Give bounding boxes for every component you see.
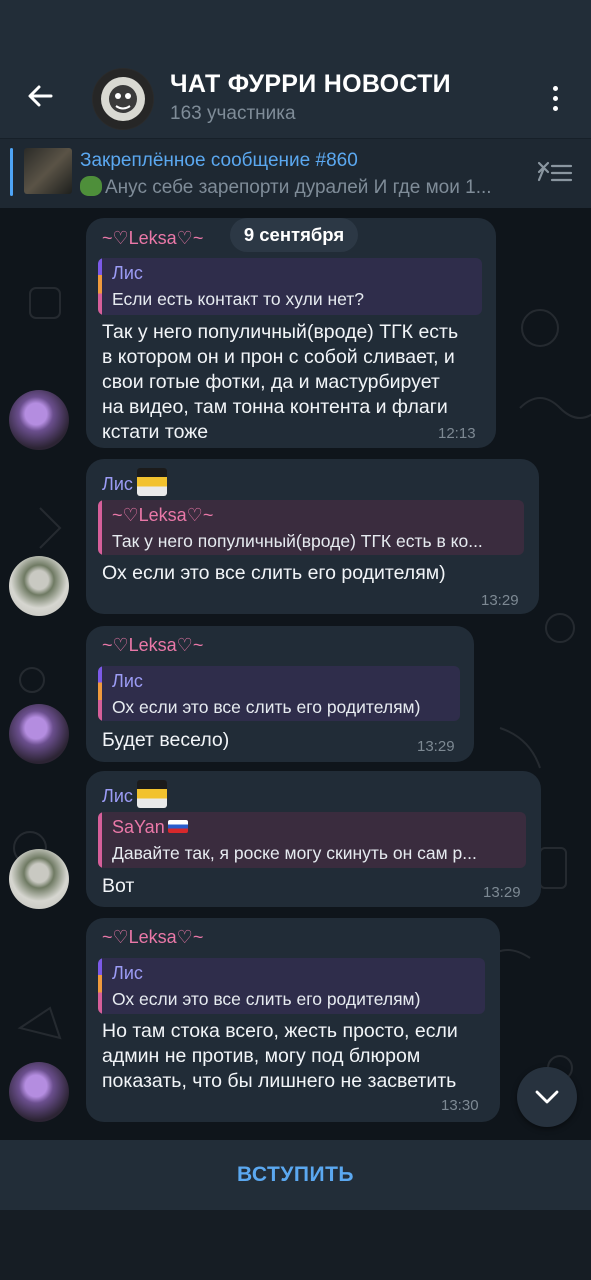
pinned-title: Закреплённое сообщение #860 (80, 150, 358, 171)
pinned-thumbnail (24, 148, 72, 194)
reply-preview[interactable]: Лис Ох если это все слить его родителям) (98, 958, 485, 1014)
message-time: 12:13 (438, 425, 476, 442)
scroll-down-button[interactable] (517, 1067, 577, 1127)
sender-name[interactable]: ~♡Leksa♡~ (102, 927, 203, 948)
more-menu-button[interactable] (540, 80, 570, 116)
chat-header: ЧАТ ФУРРИ НОВОСТИ 163 участника (0, 0, 591, 138)
member-count: 163 участника (170, 103, 296, 124)
reply-sender: Лис (112, 263, 143, 283)
back-arrow-icon (28, 85, 53, 107)
ru-flag-icon (167, 820, 188, 833)
sender-name[interactable]: Лис (102, 780, 167, 808)
chat-title[interactable]: ЧАТ ФУРРИ НОВОСТИ (170, 70, 451, 99)
avatar[interactable] (9, 556, 69, 616)
message-text: Вот (102, 875, 135, 897)
back-button[interactable] (22, 78, 58, 114)
chevron-down-icon (535, 1090, 559, 1104)
flag-emoji-icon (136, 468, 167, 496)
sender-name[interactable]: Лис (102, 468, 167, 496)
pinned-list-button[interactable] (536, 158, 574, 188)
message-text: Будет весело) (102, 729, 230, 751)
reply-sender: Лис (112, 671, 143, 691)
message-text: Ох если это все слить его родителям) (102, 562, 446, 584)
frog-emoji-icon (80, 176, 102, 196)
reply-sender: ~♡Leksa♡~ (112, 505, 214, 525)
message-time: 13:29 (483, 884, 521, 901)
join-bar: ВСТУПИТЬ (0, 1140, 591, 1210)
reply-text: Так у него популичный(вроде) ТГК есть в … (112, 531, 483, 551)
reply-preview[interactable]: SaYan Давайте так, я роске могу скинуть … (98, 812, 526, 868)
reply-text: Если есть контакт то хули нет? (112, 289, 365, 309)
join-button[interactable]: ВСТУПИТЬ (237, 1163, 354, 1187)
reply-text: Давайте так, я роске могу скинуть он сам… (112, 843, 477, 863)
message-time: 13:30 (441, 1097, 479, 1114)
avatar[interactable] (9, 704, 69, 764)
pinned-text: Анус себе зарепорти дуралей И где мои 1.… (80, 176, 525, 199)
chat-logo-icon (93, 69, 153, 129)
message-text: Но там стока всего, жесть просто, если а… (102, 1020, 458, 1092)
system-nav-area (0, 1210, 591, 1280)
reply-text: Ох если это все слить его родителям) (112, 989, 421, 1009)
reply-sender: Лис (112, 963, 143, 983)
reply-preview[interactable]: Лис Ох если это все слить его родителям) (98, 666, 460, 721)
reply-text: Ох если это все слить его родителям) (112, 697, 421, 717)
message-text: Так у него популичный(вроде) ТГК есть в … (102, 321, 459, 443)
pinned-list-icon (537, 161, 573, 182)
message-time: 13:29 (481, 592, 519, 609)
chat-avatar[interactable] (92, 68, 154, 130)
message-time: 13:29 (417, 738, 455, 755)
reply-preview[interactable]: ~♡Leksa♡~ Так у него популичный(вроде) Т… (98, 500, 524, 555)
avatar[interactable] (9, 1062, 69, 1122)
pinned-indicator (10, 148, 13, 196)
flag-emoji-icon (136, 780, 167, 808)
sender-name[interactable]: ~♡Leksa♡~ (102, 635, 203, 656)
reply-sender: SaYan (112, 817, 188, 838)
date-separator: 9 сентября (230, 218, 358, 252)
more-vert-icon (552, 85, 558, 91)
avatar[interactable] (9, 849, 69, 909)
sender-name[interactable]: ~♡Leksa♡~ (102, 228, 203, 249)
avatar[interactable] (9, 390, 69, 450)
reply-preview[interactable]: Лис Если есть контакт то хули нет? (98, 258, 482, 315)
